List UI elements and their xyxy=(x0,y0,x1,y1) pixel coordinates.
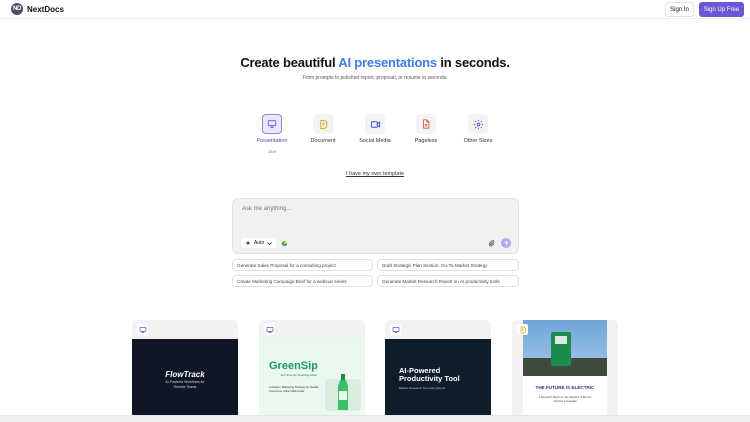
template-card-ai-productivity[interactable]: AI-Powered Productivity Tool Market Rese… xyxy=(385,320,491,422)
type-document[interactable]: Document xyxy=(298,114,348,144)
logo-mark: ND xyxy=(11,3,23,15)
template-card-future-electric[interactable]: THE FUTURE IS ELECTRIC A Research Report… xyxy=(512,320,618,422)
aspect-ratio-label: 16:9 xyxy=(268,149,276,154)
google-drive-icon[interactable] xyxy=(281,240,288,247)
type-pageless[interactable]: Pageless xyxy=(401,114,451,144)
type-label: Social Media xyxy=(359,138,391,144)
type-other-sizes[interactable]: Other Sizes xyxy=(453,114,503,144)
document-text: A Research Report on the Adoption of Ele… xyxy=(538,396,592,403)
bottom-scroll-bar xyxy=(0,415,750,422)
sparkle-icon xyxy=(245,240,251,246)
suggestion-chip[interactable]: Generate Market Research Report on AI pr… xyxy=(377,275,519,287)
type-label: Pageless xyxy=(414,138,438,144)
prompt-box: Auto xyxy=(232,198,519,254)
own-template-row: I have my own template xyxy=(0,171,750,177)
top-header: ND NextDocs Sign In Sign Up Free xyxy=(0,0,750,19)
chevron-down-icon xyxy=(267,241,273,245)
monitor-icon xyxy=(262,114,282,134)
hero-title-start: Create beautiful xyxy=(240,55,339,70)
type-label: Other Sizes xyxy=(463,138,493,144)
template-card-flowtrack[interactable]: FlowTrack AI-Powered Workflows for Remot… xyxy=(132,320,238,422)
suggestion-chip[interactable]: Draft Strategic Plan Section: Go-To-Mark… xyxy=(377,259,519,271)
thumbnail-title: FlowTrack xyxy=(165,370,205,379)
charging-screen xyxy=(555,336,567,344)
thumbnail-text: AI-Powered Workflows for Remote Teams xyxy=(165,380,205,389)
prompt-input[interactable] xyxy=(242,206,502,212)
monitor-icon xyxy=(390,324,401,335)
own-template-link[interactable]: I have my own template xyxy=(346,171,404,177)
file-icon xyxy=(416,114,436,134)
document-icon xyxy=(517,324,528,335)
template-thumbnail: AI-Powered Productivity Tool Market Rese… xyxy=(385,339,491,422)
hero-title-end: in seconds. xyxy=(436,55,510,70)
document-type-selector: Presentation 16:9 Document Social Media … xyxy=(0,114,750,158)
model-label: Auto xyxy=(254,240,265,246)
type-presentation[interactable]: Presentation 16:9 xyxy=(247,114,297,154)
thumbnail-title: GreenSip xyxy=(269,360,318,372)
thumbnail-text: A Modern Marketing Strategy for Health-C… xyxy=(269,385,320,393)
monitor-icon xyxy=(137,324,148,335)
document-icon xyxy=(313,114,333,134)
monitor-icon xyxy=(264,324,275,335)
hero-title-accent: AI presentations xyxy=(338,55,437,70)
hero-title: Create beautiful AI presentations in sec… xyxy=(0,55,750,70)
type-label: Document xyxy=(310,138,336,144)
suggestion-chip[interactable]: Create Marketing Campaign Brief for a we… xyxy=(232,275,373,287)
video-camera-icon xyxy=(365,114,385,134)
type-label: Presentation xyxy=(256,138,288,144)
model-select-button[interactable]: Auto xyxy=(241,238,277,248)
type-social-media[interactable]: Social Media xyxy=(350,114,400,144)
sign-in-button[interactable]: Sign In xyxy=(665,2,694,17)
suggestion-chip[interactable]: Generate Sales Proposal for a consulting… xyxy=(232,259,373,271)
logo-text: NextDocs xyxy=(27,4,64,14)
logo[interactable]: ND NextDocs xyxy=(11,3,64,15)
photo-block xyxy=(523,320,607,376)
gear-icon xyxy=(468,114,488,134)
attachment-icon[interactable] xyxy=(488,240,495,247)
template-card-greensip[interactable]: GreenSip Eco-Friendly Sparkling Water A … xyxy=(259,320,365,422)
document-thumbnail: THE FUTURE IS ELECTRIC A Research Report… xyxy=(523,320,607,422)
arrow-up-icon xyxy=(503,240,509,245)
thumbnail-title: AI-Powered Productivity Tool xyxy=(399,366,460,384)
bottle-illustration xyxy=(338,374,348,410)
sign-up-button[interactable]: Sign Up Free xyxy=(699,2,744,17)
template-thumbnail: FlowTrack AI-Powered Workflows for Remot… xyxy=(132,339,238,422)
thumbnail-text: Market Research Summary Report xyxy=(399,386,446,390)
document-title: THE FUTURE IS ELECTRIC xyxy=(535,385,595,390)
hero-subtitle: From prompts to polished report, proposa… xyxy=(302,75,448,81)
send-button[interactable] xyxy=(501,238,511,248)
template-thumbnail: GreenSip Eco-Friendly Sparkling Water A … xyxy=(259,339,365,422)
